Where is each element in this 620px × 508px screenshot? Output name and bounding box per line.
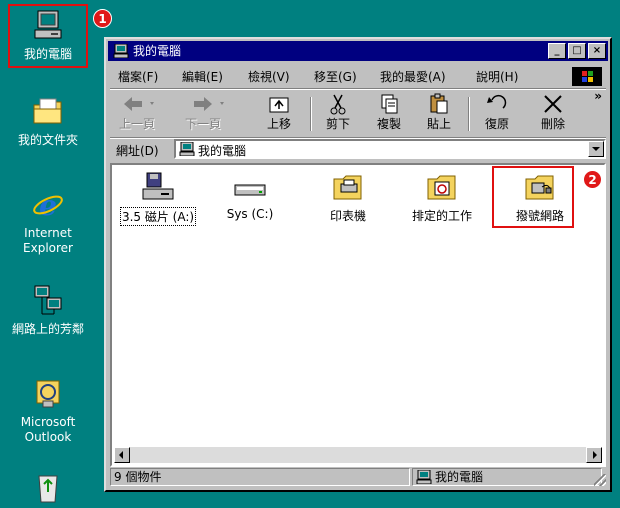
step-badge-2: 2 <box>583 170 602 189</box>
menu-view[interactable]: 檢視(V) <box>248 68 290 85</box>
item-printers[interactable]: 印表機 <box>308 171 388 224</box>
computer-icon <box>416 469 432 488</box>
paste-label: 貼上 <box>426 117 451 131</box>
menu-favorites[interactable]: 我的最愛(A) <box>380 68 446 85</box>
undo-label: 復原 <box>484 117 509 131</box>
scroll-right-button[interactable] <box>586 447 602 463</box>
undo-button[interactable]: 復原 <box>474 93 520 132</box>
outlook-icon <box>31 377 65 411</box>
scheduled-tasks-icon <box>425 171 459 203</box>
menu-separator <box>110 88 606 90</box>
forward-arrow-icon <box>180 93 226 115</box>
scroll-left-button[interactable] <box>114 447 130 463</box>
cut-label: 剪下 <box>325 117 350 131</box>
hard-drive-icon <box>233 171 267 203</box>
title-bar[interactable]: 我的電腦 _ □ × <box>108 41 608 61</box>
computer-icon <box>31 9 65 43</box>
copy-label: 複製 <box>376 117 401 131</box>
highlight-box-dial-up <box>492 166 574 228</box>
desktop-icon-label: 我的電腦 <box>23 47 72 61</box>
item-label: 印表機 <box>329 209 366 223</box>
desktop-icon-label: 我的文件夾 <box>17 133 78 147</box>
menu-bar: 檔案(F) 編輯(E) 檢視(V) 移至(G) 我的最愛(A) 說明(H) <box>110 65 606 87</box>
desktop-icon-recycle-bin[interactable] <box>6 470 90 508</box>
step-badge-1: 1 <box>93 9 112 28</box>
maximize-button[interactable]: □ <box>568 43 586 59</box>
desktop-icon-label: Internet Explorer <box>23 226 73 255</box>
close-button[interactable]: × <box>588 43 606 59</box>
back-button[interactable]: 上一頁 <box>114 93 160 132</box>
floppy-drive-icon <box>141 171 175 203</box>
address-field[interactable]: 我的電腦 <box>174 139 606 159</box>
recycle-bin-icon <box>31 470 65 504</box>
folder-icon <box>31 95 65 129</box>
desktop-icon-internet-explorer[interactable]: e Internet Explorer <box>6 188 90 256</box>
menu-go[interactable]: 移至(G) <box>314 68 357 85</box>
desktop-icon-outlook[interactable]: Microsoft Outlook <box>6 377 90 445</box>
printers-folder-icon <box>331 171 365 203</box>
undo-icon <box>474 93 520 115</box>
item-label: 3.5 磁片 (A:) <box>119 207 197 226</box>
minimize-button[interactable]: _ <box>548 43 566 59</box>
address-label: 網址(D) <box>116 144 159 158</box>
menu-edit[interactable]: 編輯(E) <box>182 68 223 85</box>
menu-help[interactable]: 說明(H) <box>476 68 518 85</box>
computer-icon <box>179 141 195 157</box>
internet-explorer-icon: e <box>31 188 65 222</box>
window-title: 我的電腦 <box>133 44 182 58</box>
desktop-icon-label: Microsoft Outlook <box>20 415 76 444</box>
address-bar: 網址(D) 我的電腦 <box>110 139 606 161</box>
item-c-drive[interactable]: Sys (C:) <box>210 171 290 221</box>
toolbar: 上一頁 下一頁 上移 剪下 複製 貼上 復原 刪除 » <box>110 89 606 137</box>
copy-icon <box>366 93 412 115</box>
item-label: 排定的工作 <box>411 209 472 223</box>
desktop-icon-network-neighborhood[interactable]: 網路上的芳鄰 <box>6 284 90 337</box>
clipboard-icon <box>416 93 462 115</box>
status-location: 我的電腦 <box>435 470 484 484</box>
cut-button[interactable]: 剪下 <box>315 93 361 132</box>
toolbar-divider <box>468 97 470 131</box>
svg-text:e: e <box>39 189 57 222</box>
delete-label: 刪除 <box>540 117 565 131</box>
status-count: 9 個物件 <box>110 468 410 486</box>
status-bar: 9 個物件 我的電腦 <box>110 468 606 486</box>
item-label: Sys (C:) <box>226 207 274 221</box>
menu-file[interactable]: 檔案(F) <box>118 68 158 85</box>
address-value: 我的電腦 <box>198 144 247 158</box>
forward-label: 下一頁 <box>184 117 221 131</box>
status-location-panel: 我的電腦 <box>412 468 602 486</box>
desktop-icon-my-documents[interactable]: 我的文件夾 <box>6 95 90 148</box>
item-floppy-drive[interactable]: 3.5 磁片 (A:) <box>118 171 198 226</box>
network-icon <box>31 284 65 318</box>
copy-button[interactable]: 複製 <box>366 93 412 132</box>
horizontal-scrollbar[interactable] <box>114 447 602 463</box>
delete-x-icon <box>530 93 576 115</box>
computer-icon <box>113 43 129 59</box>
back-label: 上一頁 <box>118 117 155 131</box>
forward-button[interactable]: 下一頁 <box>180 93 226 132</box>
item-scheduled-tasks[interactable]: 排定的工作 <box>402 171 482 224</box>
up-button[interactable]: 上移 <box>256 93 302 132</box>
desktop-icon-label: 網路上的芳鄰 <box>11 322 84 336</box>
my-computer-window: 我的電腦 _ □ × 檔案(F) 編輯(E) 檢視(V) 移至(G) 我的最愛(A)… <box>104 37 612 492</box>
toolbar-overflow-button[interactable]: » <box>594 89 602 103</box>
folder-up-icon <box>256 93 302 115</box>
paste-button[interactable]: 貼上 <box>416 93 462 132</box>
resize-grip[interactable] <box>594 474 606 486</box>
desktop-icon-my-computer[interactable]: 我的電腦 <box>6 9 90 62</box>
windows-logo-icon <box>572 67 602 86</box>
address-dropdown-button[interactable] <box>588 141 604 157</box>
back-arrow-icon <box>114 93 160 115</box>
toolbar-divider <box>310 97 312 131</box>
up-label: 上移 <box>266 117 291 131</box>
delete-button[interactable]: 刪除 <box>530 93 576 132</box>
scissors-icon <box>315 93 361 115</box>
